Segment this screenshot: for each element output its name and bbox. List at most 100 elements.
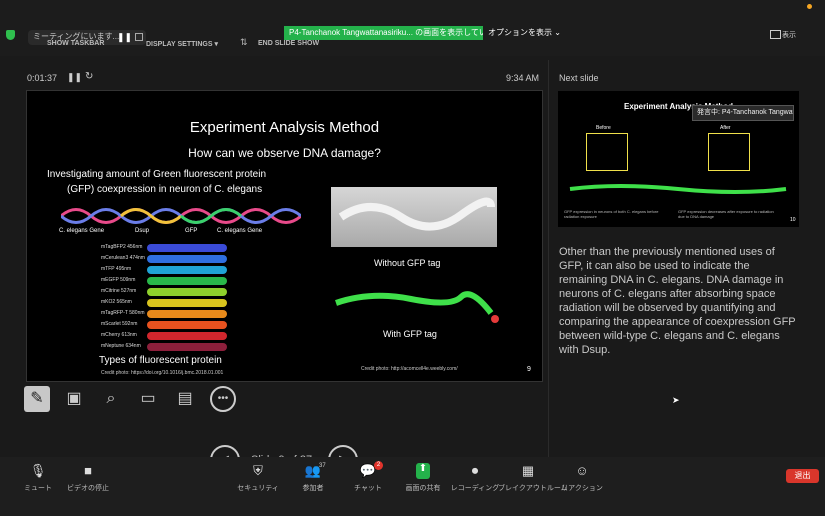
dna-label-1: C. elegans Gene (59, 228, 105, 234)
dna-label-4: C. elegans Gene (217, 228, 263, 234)
credit-right: Credit photo: http://acomcell4e.weebly.c… (361, 366, 458, 372)
share-screen-icon: ⬆ (416, 463, 430, 479)
next-caption-left: GFP expression in neurons of both C. ele… (564, 209, 659, 219)
active-speaker-popup: 発言中: P4-Tanchanok Tangwatt... (692, 105, 794, 121)
reactions-label: リアクション (561, 485, 603, 492)
participants-label: 参加者 (302, 485, 324, 492)
dna-helix-image (61, 208, 301, 224)
mouse-cursor-icon: ➤ (672, 395, 680, 405)
protein-row: mTFP 495nm (101, 265, 227, 275)
slide-subtitle: How can we observe DNA damage? (188, 146, 381, 160)
protein-color-swatch (147, 321, 227, 329)
participants-button[interactable]: 👥 参加者 37 (283, 463, 343, 493)
show-taskbar-button[interactable]: SHOW TASKBAR (47, 40, 104, 47)
protein-label: mEGFP 509nm (101, 277, 136, 283)
view-options-button[interactable]: オプションを表示 ⌄ (488, 27, 561, 38)
swap-icon[interactable]: ⇅ (240, 37, 248, 48)
chat-button[interactable]: 💬 チャット 2 (338, 461, 398, 493)
protein-row: mCherry 613nm (101, 331, 227, 341)
protein-label: mTagRFP-T 580nm (101, 310, 145, 316)
protein-row: mNeptune 634nm (101, 342, 227, 352)
protein-color-swatch (147, 266, 227, 274)
view-mode-label[interactable]: 表示 (782, 30, 796, 40)
protein-row: mCerulean3 474nm (101, 254, 227, 264)
stop-icon[interactable] (135, 33, 143, 41)
slide-title: Experiment Analysis Method (189, 119, 380, 136)
security-button[interactable]: ⛨ セキュリティ (228, 463, 288, 493)
video-button[interactable]: ■ ビデオの停止 (58, 463, 118, 493)
with-gfp-label: With GFP tag (383, 329, 437, 339)
after-label: After (720, 125, 731, 131)
participants-icon: 👥 (304, 463, 322, 478)
protein-color-swatch (147, 288, 227, 296)
video-icon: ■ (84, 463, 92, 478)
current-slide: Experiment Analysis Method How can we ob… (26, 90, 543, 382)
protein-row: mTagRFP-T 580nm (101, 309, 227, 319)
breakout-button[interactable]: ▦ ブレイクアウトルーム (498, 463, 568, 493)
protein-row: mScarlet 592nm (101, 320, 227, 330)
protein-row: mEGFP 509nm (101, 276, 227, 286)
protein-label: mCitrine 527nm (101, 288, 137, 294)
next-slide-preview[interactable]: Experiment Analysis Method Before After … (558, 91, 799, 227)
protein-row: mTagBFP2 456nm (101, 243, 227, 253)
clock: 9:34 AM (506, 73, 540, 83)
slide-page-number: 9 (527, 366, 531, 373)
security-icon: ⛨ (253, 463, 263, 478)
elapsed-timer: 0:01:37 (27, 73, 58, 83)
investigating-text: Investigating amount of Green fluorescen… (47, 169, 267, 180)
record-button[interactable]: ⏺ レコーディング (445, 463, 505, 493)
shield-icon (6, 30, 15, 40)
end-slide-show-button[interactable]: END SLIDE SHOW (258, 40, 319, 47)
protein-color-swatch (147, 277, 227, 285)
dna-label-3: GFP (185, 228, 198, 234)
protein-label: mCerulean3 474nm (101, 255, 145, 261)
gfp-worm-strip (569, 184, 787, 194)
protein-label: mScarlet 592nm (101, 321, 138, 327)
reactions-button[interactable]: ☺ リアクション (552, 463, 612, 493)
pen-tool-icon[interactable]: ✎ (24, 386, 50, 412)
record-label: レコーディング (450, 485, 500, 492)
chat-label: チャット (354, 485, 382, 492)
breakout-icon: ▦ (521, 463, 535, 478)
investigating-text-2: (GFP) coexpression in neuron of C. elega… (67, 184, 263, 195)
next-caption-right: GFP expression decreases after exposure … (678, 209, 774, 219)
before-box (586, 133, 628, 171)
reactions-icon: ☺ (575, 463, 589, 478)
protein-color-swatch (147, 343, 227, 351)
participant-count: 37 (319, 463, 326, 469)
protein-label: mKO2 565nm (101, 299, 132, 305)
protein-label: mTagBFP2 456nm (101, 244, 143, 250)
protein-color-swatch (147, 332, 227, 340)
subtitles-icon[interactable]: ▤ (172, 386, 198, 412)
more-options-icon[interactable]: ••• (210, 386, 236, 412)
slides-grid-icon[interactable]: ▣ (61, 386, 87, 412)
zoom-icon[interactable]: ⌕ (98, 386, 124, 412)
display-settings-button[interactable]: DISPLAY SETTINGS ▾ (146, 40, 218, 48)
timer-pause-icon[interactable]: ❚❚ (67, 72, 82, 83)
protein-row: mKO2 565nm (101, 298, 227, 308)
before-label: Before (596, 125, 611, 131)
security-label: セキュリティ (237, 485, 279, 492)
protein-label: mCherry 613nm (101, 332, 137, 338)
protein-color-swatch (147, 310, 227, 318)
leave-button[interactable]: 退出 (786, 469, 819, 483)
worm-photo-with-gfp (335, 291, 499, 323)
record-icon: ⏺ (471, 463, 479, 478)
dna-label-2: Dsup (135, 228, 150, 234)
protein-color-swatch (147, 255, 227, 263)
protein-color-swatch (147, 299, 227, 307)
pause-icon[interactable]: ❚❚ (117, 32, 132, 42)
divider (548, 60, 549, 460)
types-caption: Types of fluorescent protein (99, 355, 222, 366)
chat-icon: 💬 (359, 463, 377, 478)
speaker-notes: Other than the previously mentioned uses… (559, 246, 796, 356)
worm-photo-without-gfp (331, 187, 497, 247)
protein-row: mCitrine 527nm (101, 287, 227, 297)
timer-reset-icon[interactable]: ↻ (85, 71, 93, 82)
share-screen-label: 画面の共有 (405, 485, 441, 492)
next-slide-label: Next slide (559, 73, 599, 83)
view-mode-icon[interactable] (770, 30, 781, 39)
breakout-label: ブレイクアウトルーム (498, 485, 568, 492)
share-screen-button[interactable]: ⬆ 画面の共有 (393, 463, 453, 493)
black-screen-icon[interactable]: ▭ (135, 386, 161, 412)
